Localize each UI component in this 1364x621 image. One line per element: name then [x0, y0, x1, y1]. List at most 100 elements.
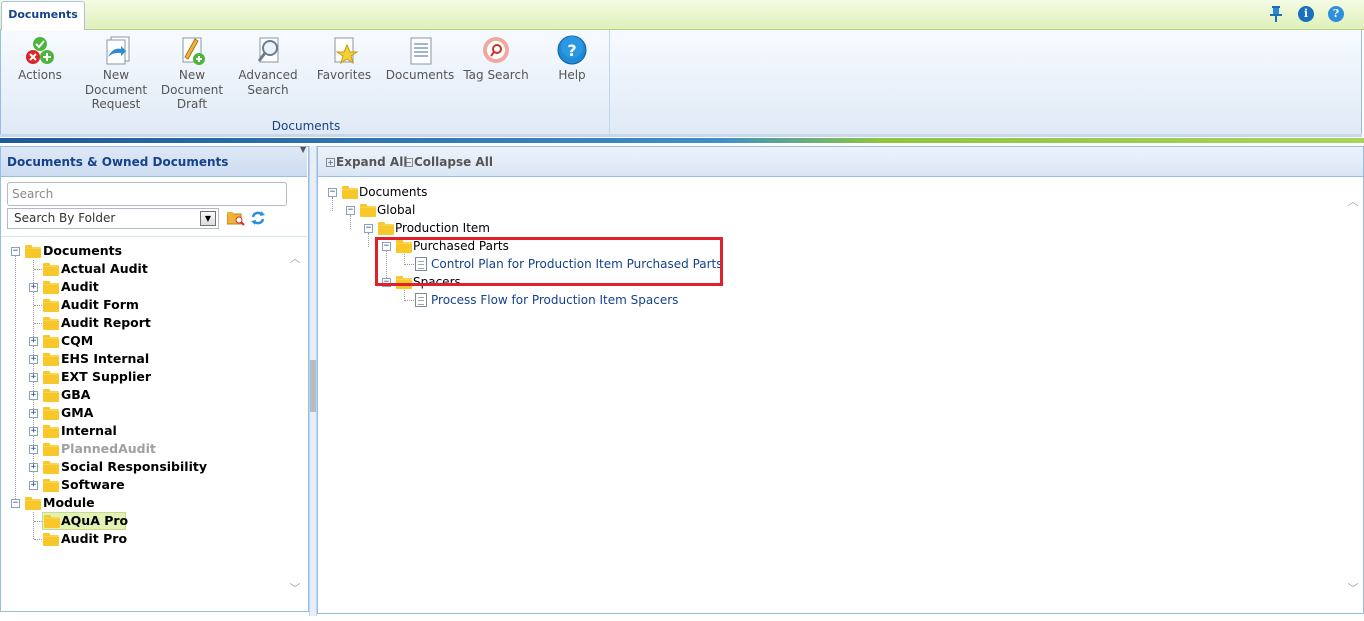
expand-icon[interactable]: +	[29, 373, 38, 382]
tree-label: Global	[377, 203, 416, 217]
tree-node-planned-audit[interactable]: + PlannedAudit	[0, 440, 300, 458]
tree-label: Software	[61, 477, 125, 492]
ribbon-group-label: Documents	[271, 119, 341, 133]
collapse-icon: −	[404, 158, 413, 167]
advanced-search-label-line1: Advanced	[238, 68, 298, 82]
folder-icon	[342, 186, 358, 199]
new-document-request-icon	[99, 35, 133, 67]
tree-node-aqua-pro[interactable]: AQuA Pro	[0, 512, 300, 530]
collapse-all-label: Collapse All	[414, 155, 493, 169]
tree-node-module[interactable]: − Module	[0, 494, 300, 512]
expand-icon[interactable]: +	[29, 409, 38, 418]
folder-icon	[43, 353, 59, 366]
folder-icon	[43, 389, 59, 402]
tree-node-actual-audit[interactable]: Actual Audit	[0, 260, 300, 278]
tree-node-ext-supplier[interactable]: + EXT Supplier	[0, 368, 300, 386]
tree-connector	[34, 323, 42, 324]
tree-label: PlannedAudit	[61, 441, 156, 456]
tree-connector	[34, 269, 42, 270]
star-icon	[327, 35, 361, 67]
tree-label: Documents	[43, 243, 123, 258]
chevron-down-icon[interactable]: ﹀	[288, 580, 302, 595]
search-input[interactable]	[7, 182, 287, 206]
top-tab-bar	[0, 0, 1364, 30]
folder-icon	[25, 245, 41, 258]
tag-search-icon	[479, 35, 513, 67]
help-button[interactable]: ? Help	[537, 35, 607, 83]
doc-tree-node-documents[interactable]: − Documents	[318, 183, 818, 201]
new-document-request-label-line2: Document	[84, 82, 148, 97]
help-circle-icon: ?	[555, 35, 589, 67]
doc-tree-node-production-item[interactable]: − Production Item	[318, 219, 818, 237]
pin-icon[interactable]	[1269, 6, 1285, 22]
info-icon[interactable]: i	[1298, 6, 1314, 22]
new-document-draft-button[interactable]: New Document Draft	[157, 35, 227, 112]
help-icon[interactable]: ?	[1328, 6, 1344, 22]
refresh-icon[interactable]	[250, 210, 266, 226]
advanced-search-button[interactable]: Advanced Search	[233, 35, 303, 97]
tree-node-cqm[interactable]: + CQM	[0, 332, 300, 350]
tree-label: Module	[43, 495, 95, 510]
folder-icon	[43, 443, 59, 456]
collapse-panel-icon[interactable]: ▼	[300, 145, 310, 154]
collapse-icon[interactable]: −	[328, 188, 337, 197]
tree-node-audit-form[interactable]: Audit Form	[0, 296, 300, 314]
tree-node-ehs-internal[interactable]: + EHS Internal	[0, 350, 300, 368]
tree-label: Audit	[61, 279, 99, 294]
tree-node-internal[interactable]: + Internal	[0, 422, 300, 440]
splitter-handle[interactable]	[310, 360, 316, 412]
tree-label: Production Item	[395, 221, 490, 235]
tree-node-social-responsibility[interactable]: + Social Responsibility	[0, 458, 300, 476]
doc-tree-node-process-flow[interactable]: Process Flow for Production Item Spacers	[318, 291, 818, 309]
chevron-down-icon[interactable]: ▼	[200, 211, 216, 226]
expand-icon[interactable]: +	[29, 337, 38, 346]
tree-node-audit[interactable]: + Audit	[0, 278, 300, 296]
document-link[interactable]: Process Flow for Production Item Spacers	[431, 293, 678, 307]
actions-button[interactable]: Actions	[5, 35, 75, 83]
search-by-folder-select[interactable]: Search By Folder ▼	[7, 208, 219, 229]
expand-icon: +	[326, 158, 335, 167]
tree-node-audit-pro[interactable]: Audit Pro	[0, 530, 300, 548]
tree-label: GMA	[61, 405, 94, 420]
expand-icon[interactable]: +	[29, 445, 38, 454]
tree-label: Audit Report	[61, 315, 151, 330]
actions-icon	[23, 35, 57, 67]
chevron-down-icon[interactable]: ﹀	[1346, 580, 1360, 595]
collapse-icon[interactable]: −	[346, 206, 355, 215]
tree-connector	[34, 539, 42, 540]
folder-select-value: Search By Folder	[14, 211, 116, 225]
tree-node-software[interactable]: + Software	[0, 476, 300, 494]
tree-node-gba[interactable]: + GBA	[0, 386, 300, 404]
doc-tree-node-global[interactable]: − Global	[318, 201, 818, 219]
expand-icon[interactable]: +	[29, 283, 38, 292]
expand-icon[interactable]: +	[29, 463, 38, 472]
expand-icon[interactable]: +	[29, 391, 38, 400]
folder-icon	[43, 263, 59, 276]
collapse-icon[interactable]: −	[11, 499, 20, 508]
documents-button[interactable]: Documents	[385, 35, 455, 83]
expand-icon[interactable]: +	[29, 481, 38, 490]
favorites-button[interactable]: Favorites	[309, 35, 379, 83]
expand-all-button[interactable]: + Expand All	[326, 155, 407, 169]
tag-search-label: Tag Search	[463, 68, 529, 82]
tag-search-button[interactable]: Tag Search	[461, 35, 531, 83]
new-document-request-button[interactable]: New Document Request	[81, 35, 151, 112]
new-document-draft-label-line3: Draft	[176, 97, 208, 111]
tab-documents[interactable]: Documents	[1, 1, 85, 31]
collapse-icon[interactable]: −	[364, 224, 373, 233]
tree-node-audit-report[interactable]: Audit Report	[0, 314, 300, 332]
folder-icon	[43, 461, 59, 474]
ribbon-bottom-border	[0, 134, 1362, 137]
chevron-up-icon[interactable]: ︿	[1346, 193, 1360, 208]
expand-icon[interactable]: +	[29, 355, 38, 364]
tree-node-gma[interactable]: + GMA	[0, 404, 300, 422]
collapse-icon[interactable]: −	[11, 247, 20, 256]
folder-search-icon[interactable]	[226, 211, 245, 226]
tree-label: CQM	[61, 333, 94, 348]
expand-icon[interactable]: +	[29, 427, 38, 436]
folder-icon	[25, 497, 41, 510]
folder-icon	[44, 515, 60, 528]
collapse-all-button[interactable]: − Collapse All	[404, 155, 493, 169]
header-stripe-blue	[0, 138, 720, 143]
tree-node-documents[interactable]: − Documents	[0, 242, 300, 260]
